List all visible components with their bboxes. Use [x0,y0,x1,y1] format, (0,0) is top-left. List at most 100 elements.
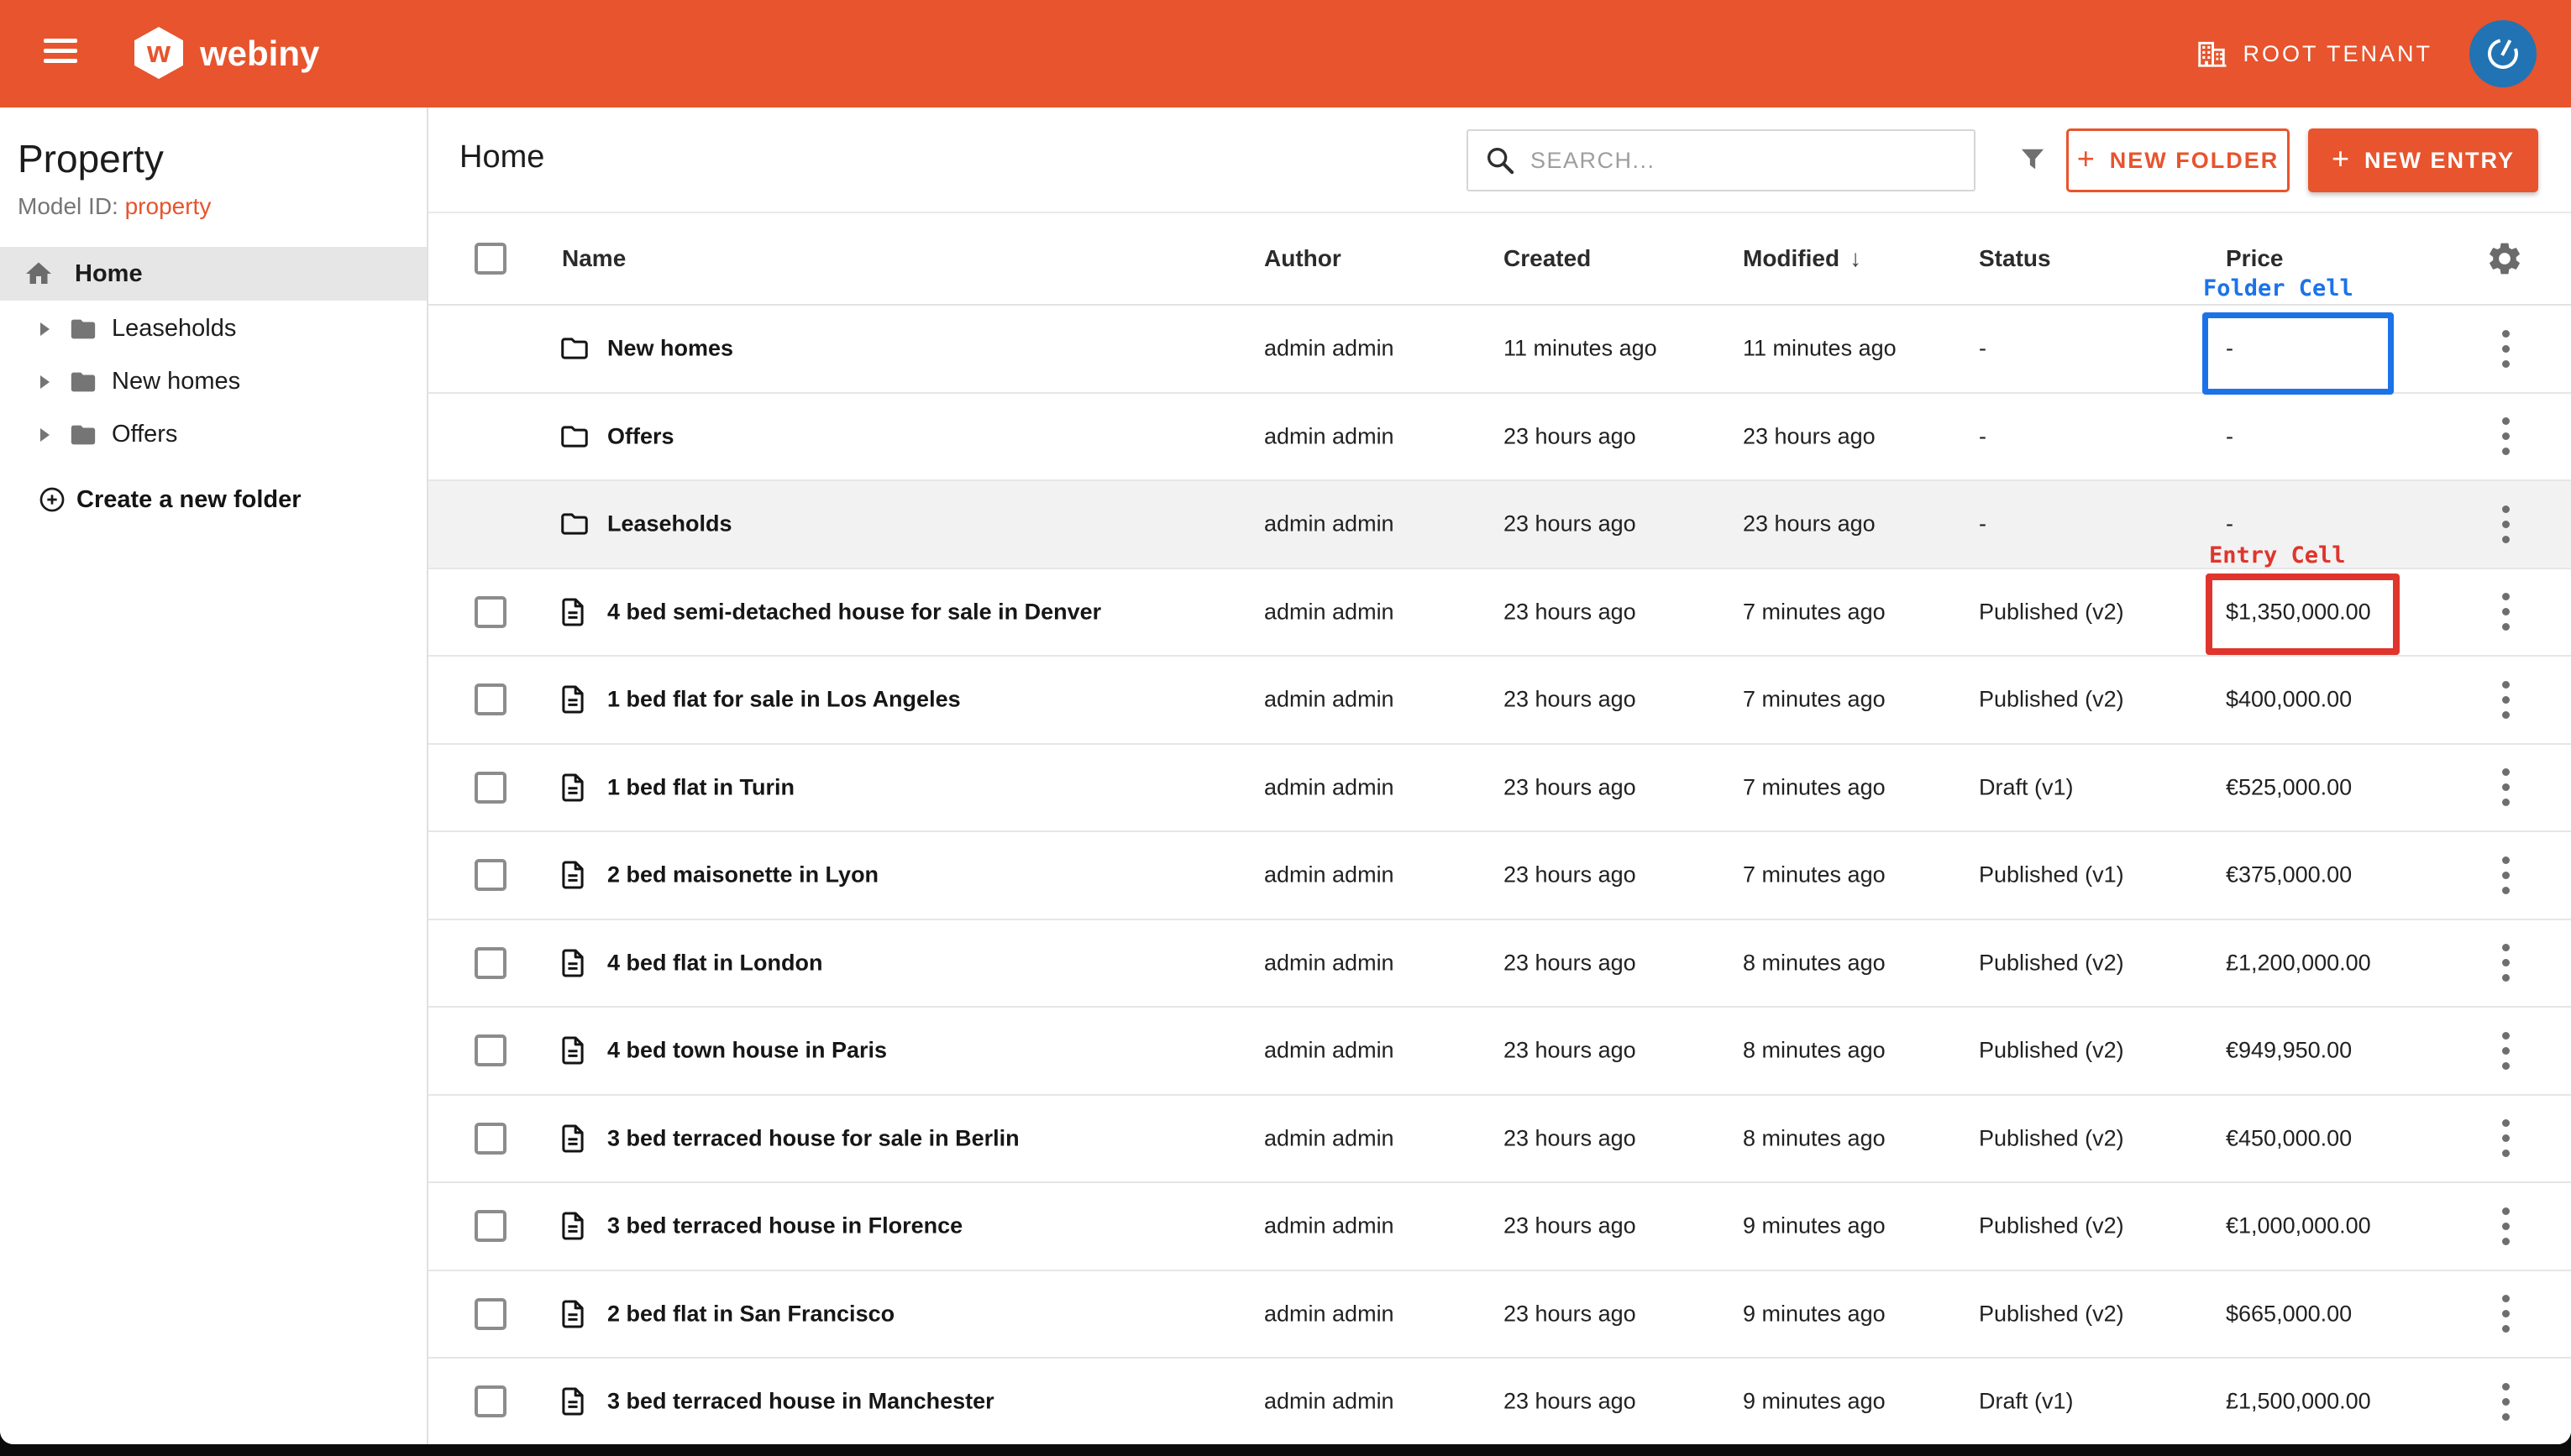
select-all-checkbox[interactable] [475,243,506,275]
main-content: Home + NEW FOLDER [428,107,2571,1444]
cell-created: 23 hours ago [1503,1301,1636,1327]
chevron-right-icon[interactable] [40,428,50,442]
cell-name[interactable]: 1 bed flat in Turin [607,774,795,800]
cell-created: 11 minutes ago [1503,336,1657,362]
row-actions-kebab-icon[interactable] [2482,1201,2529,1251]
gear-icon[interactable] [2483,237,2526,280]
table-row[interactable]: 2 bed flat in San Francisco admin admin … [428,1271,2571,1359]
cell-name[interactable]: Offers [607,423,674,449]
cell-name[interactable]: 4 bed semi-detached house for sale in De… [607,599,1101,625]
row-actions-kebab-icon[interactable] [2482,323,2529,374]
model-id: Model ID: property [18,193,211,220]
plus-icon: + [2332,141,2351,176]
cell-name[interactable]: 1 bed flat for sale in Los Angeles [607,687,961,713]
table-row[interactable]: 3 bed terraced house for sale in Berlin … [428,1096,2571,1184]
sidebar-item-offers[interactable]: Offers [0,408,427,461]
row-checkbox[interactable] [475,596,506,628]
column-header-status[interactable]: Status [1979,245,2051,272]
row-type-icon [557,1296,589,1332]
cell-price: £1,200,000.00 [2226,950,2371,976]
cell-name[interactable]: 4 bed town house in Paris [607,1038,887,1064]
table-row[interactable]: 1 bed flat in Turin admin admin 23 hours… [428,745,2571,833]
hamburger-menu-icon[interactable] [44,39,77,69]
new-entry-button[interactable]: + NEW ENTRY [2308,128,2538,192]
new-folder-button[interactable]: + NEW FOLDER [2066,128,2290,192]
row-checkbox[interactable] [475,1210,506,1242]
row-actions-kebab-icon[interactable] [2482,499,2529,549]
row-checkbox[interactable] [475,772,506,804]
filter-icon[interactable] [2011,138,2054,181]
table-row[interactable]: Offers admin admin 23 hours ago 23 hours… [428,394,2571,482]
table-row[interactable]: 1 bed flat for sale in Los Angeles admin… [428,657,2571,745]
document-icon [557,1121,589,1156]
annotation-entry-cell-box [2206,573,2400,655]
row-actions-kebab-icon[interactable] [2482,1376,2529,1427]
user-avatar[interactable] [2469,20,2537,87]
cell-name[interactable]: Leaseholds [607,511,732,537]
row-checkbox[interactable] [475,859,506,891]
model-title: Property [18,136,164,181]
sidebar-item-home[interactable]: Home [0,247,427,301]
row-actions-kebab-icon[interactable] [2482,1289,2529,1339]
cell-name[interactable]: New homes [607,336,733,362]
tenant-selector[interactable]: ROOT TENANT [2196,0,2432,107]
row-checkbox[interactable] [475,1385,506,1417]
cell-price: €1,000,000.00 [2226,1213,2371,1239]
chevron-right-icon[interactable] [40,322,50,336]
row-actions-kebab-icon[interactable] [2482,587,2529,637]
create-folder-button[interactable]: Create a new folder [0,473,427,526]
cell-author: admin admin [1264,687,1394,713]
cell-created: 23 hours ago [1503,1125,1636,1151]
table-row[interactable]: 4 bed flat in London admin admin 23 hour… [428,920,2571,1008]
cell-name[interactable]: 2 bed flat in San Francisco [607,1301,895,1327]
row-checkbox[interactable] [475,683,506,715]
sidebar-item-new-homes[interactable]: New homes [0,355,427,408]
table-row[interactable]: 3 bed terraced house in Manchester admin… [428,1359,2571,1444]
folder-icon [557,333,592,364]
cell-name[interactable]: 3 bed terraced house in Manchester [607,1389,994,1415]
cell-price: €375,000.00 [2226,862,2352,888]
row-checkbox[interactable] [475,1298,506,1330]
row-actions-kebab-icon[interactable] [2482,938,2529,988]
sidebar-item-leaseholds[interactable]: Leaseholds [0,302,427,355]
chevron-right-icon[interactable] [40,375,50,389]
cell-price: €450,000.00 [2226,1125,2352,1151]
webiny-logo-icon[interactable]: w [134,27,183,79]
row-actions-kebab-icon[interactable] [2482,762,2529,813]
cell-status: - [1979,336,1986,362]
cell-author: admin admin [1264,423,1394,449]
cell-status: Published (v2) [1979,1301,2124,1327]
folder-tree: Home Leaseholds New homes Offers [0,247,427,526]
row-actions-kebab-icon[interactable] [2482,1113,2529,1164]
cell-created: 23 hours ago [1503,1389,1636,1415]
cell-created: 23 hours ago [1503,862,1636,888]
search-input[interactable] [1529,147,1974,175]
row-actions-kebab-icon[interactable] [2482,850,2529,900]
column-header-price[interactable]: Price [2226,245,2284,272]
row-checkbox[interactable] [475,1123,506,1155]
table-row[interactable]: 2 bed maisonette in Lyon admin admin 23 … [428,832,2571,920]
page-title: Home [459,139,544,175]
column-header-author[interactable]: Author [1264,245,1341,272]
row-actions-kebab-icon[interactable] [2482,1025,2529,1076]
cell-name[interactable]: 3 bed terraced house in Florence [607,1213,963,1239]
cell-name[interactable]: 3 bed terraced house for sale in Berlin [607,1125,1020,1151]
document-icon [557,594,589,630]
column-header-name[interactable]: Name [562,245,626,272]
row-checkbox[interactable] [475,947,506,979]
row-checkbox[interactable] [475,1034,506,1066]
cell-name[interactable]: 4 bed flat in London [607,950,822,976]
annotation-entry-cell-label: Entry Cell [2209,542,2346,568]
cell-name[interactable]: 2 bed maisonette in Lyon [607,862,879,888]
cell-author: admin admin [1264,511,1394,537]
cell-modified: 8 minutes ago [1743,950,1886,976]
row-actions-kebab-icon[interactable] [2482,411,2529,462]
column-header-modified[interactable]: Modified↓ [1743,245,1861,272]
table-row[interactable]: 4 bed town house in Paris admin admin 23… [428,1008,2571,1096]
table-row[interactable]: 3 bed terraced house in Florence admin a… [428,1183,2571,1271]
cell-price: $665,000.00 [2226,1301,2352,1327]
row-actions-kebab-icon[interactable] [2482,674,2529,725]
sort-down-icon[interactable]: ↓ [1850,245,1861,271]
column-header-created[interactable]: Created [1503,245,1591,272]
cell-modified: 9 minutes ago [1743,1213,1886,1239]
